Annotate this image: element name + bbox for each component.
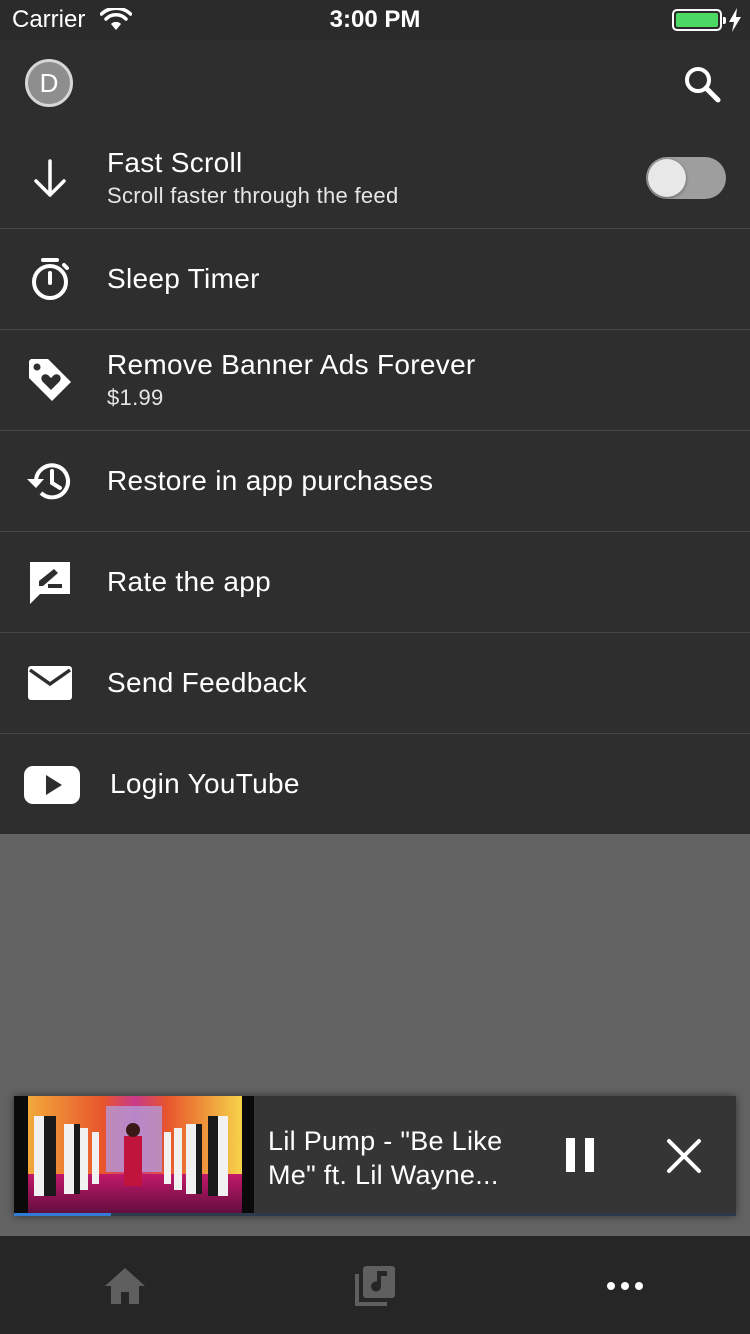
status-time: 3:00 PM bbox=[329, 6, 421, 33]
menu-item-restore-purchases[interactable]: Restore in app purchases bbox=[0, 431, 750, 532]
tab-home[interactable] bbox=[0, 1236, 250, 1334]
rate-review-icon bbox=[30, 562, 70, 604]
toggle-knob bbox=[648, 159, 686, 197]
avatar[interactable]: D bbox=[25, 59, 73, 107]
arrow-down-icon bbox=[34, 159, 66, 197]
menu-item-login-youtube[interactable]: Login YouTube bbox=[0, 734, 750, 834]
menu-item-subtitle: Scroll faster through the feed bbox=[107, 183, 399, 208]
tag-heart-icon bbox=[29, 359, 71, 401]
video-thumbnail[interactable] bbox=[14, 1096, 254, 1216]
menu-item-price: $1.99 bbox=[107, 385, 164, 410]
music-library-icon bbox=[355, 1266, 395, 1306]
tab-more[interactable] bbox=[500, 1236, 750, 1334]
battery-level bbox=[676, 13, 718, 27]
battery-nub bbox=[723, 17, 726, 24]
settings-menu: D Fast Scroll Scroll faster through the … bbox=[0, 40, 750, 834]
status-bar: Carrier 3:00 PM bbox=[0, 0, 750, 40]
history-icon bbox=[27, 463, 70, 500]
menu-item-fast-scroll[interactable]: Fast Scroll Scroll faster through the fe… bbox=[0, 130, 750, 229]
menu-item-sleep-timer[interactable]: Sleep Timer bbox=[0, 229, 750, 330]
fast-scroll-toggle[interactable] bbox=[646, 157, 726, 199]
menu-item-label: Restore in app purchases bbox=[107, 465, 434, 496]
playback-progress-fill bbox=[14, 1213, 112, 1216]
menu-header: D bbox=[0, 40, 750, 130]
home-icon bbox=[105, 1268, 145, 1304]
battery-icon bbox=[672, 9, 726, 31]
tab-library[interactable] bbox=[250, 1236, 500, 1334]
search-icon[interactable] bbox=[682, 64, 722, 104]
playback-progress-bar[interactable] bbox=[14, 1213, 736, 1216]
charging-bolt-icon bbox=[729, 8, 741, 32]
mini-player[interactable]: Lil Pump - "Be Like Me" ft. Lil Wayne... bbox=[14, 1096, 736, 1216]
menu-item-label: Send Feedback bbox=[107, 667, 308, 698]
timer-icon bbox=[32, 258, 69, 300]
menu-item-label: Remove Banner Ads Forever bbox=[107, 349, 476, 380]
video-thumbnail-image bbox=[14, 1096, 254, 1216]
menu-item-label: Rate the app bbox=[107, 566, 271, 597]
track-title[interactable]: Lil Pump - "Be Like Me" ft. Lil Wayne... bbox=[268, 1124, 538, 1192]
menu-item-label: Login YouTube bbox=[110, 768, 300, 799]
more-icon bbox=[607, 1282, 643, 1290]
close-icon[interactable] bbox=[666, 1138, 702, 1174]
mail-icon bbox=[28, 666, 72, 700]
menu-item-label: Fast Scroll bbox=[107, 147, 243, 178]
tab-bar bbox=[0, 1236, 750, 1334]
menu-item-label: Sleep Timer bbox=[107, 263, 260, 294]
menu-item-remove-ads[interactable]: Remove Banner Ads Forever $1.99 bbox=[0, 330, 750, 431]
menu-item-send-feedback[interactable]: Send Feedback bbox=[0, 633, 750, 734]
menu-item-rate-app[interactable]: Rate the app bbox=[0, 532, 750, 633]
pause-icon[interactable] bbox=[564, 1136, 596, 1174]
youtube-icon bbox=[24, 766, 80, 804]
